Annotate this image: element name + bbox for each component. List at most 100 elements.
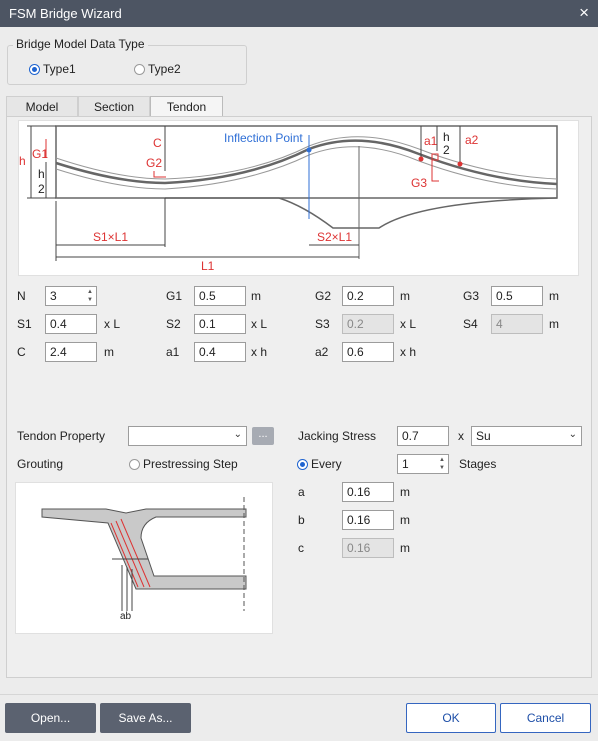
- s1-label: S1: [17, 317, 32, 331]
- n-label: N: [17, 289, 26, 303]
- n-stepper[interactable]: 3 ▲ ▼: [45, 286, 97, 306]
- s2-input[interactable]: 0.1: [194, 314, 246, 334]
- type2-label: Type2: [148, 62, 181, 76]
- tendon-property-label: Tendon Property: [17, 429, 106, 443]
- s4-input: 4: [491, 314, 543, 334]
- cancel-button[interactable]: Cancel: [500, 703, 591, 733]
- spin-down-icon[interactable]: ▼: [85, 296, 95, 304]
- g1-param-label: G1: [166, 289, 183, 303]
- radio-empty-icon: [134, 63, 145, 75]
- g3-label: G3: [411, 176, 428, 190]
- s1-input[interactable]: 0.4: [45, 314, 97, 334]
- offset-a-label: a: [298, 485, 305, 499]
- s4-unit: m: [549, 317, 559, 331]
- spin-up-icon[interactable]: ▲: [437, 456, 447, 464]
- a1-label: a1: [424, 134, 438, 148]
- offset-a-input[interactable]: 0.16: [342, 482, 394, 502]
- a2-unit: x h: [400, 345, 417, 359]
- type1-radio[interactable]: Type1: [29, 62, 76, 76]
- g2-param-label: G2: [315, 289, 332, 303]
- spin-up-icon[interactable]: ▲: [85, 288, 95, 296]
- s3-input: 0.2: [342, 314, 394, 334]
- offset-b-unit: m: [400, 513, 410, 527]
- offset-c-label: c: [298, 541, 304, 555]
- every-stepper[interactable]: 1 ▲ ▼: [397, 454, 449, 474]
- s3-label: S3: [315, 317, 330, 331]
- offset-a-unit: m: [400, 485, 410, 499]
- g3-unit: m: [549, 289, 559, 303]
- s4-label: S4: [463, 317, 478, 331]
- g1-unit: m: [251, 289, 261, 303]
- tab-model[interactable]: Model: [6, 96, 78, 116]
- prestressing-step-label: Prestressing Step: [143, 457, 238, 471]
- tab-section[interactable]: Section: [78, 96, 150, 116]
- g2-unit: m: [400, 289, 410, 303]
- tendon-property-select[interactable]: ⌄: [128, 426, 247, 446]
- a1-input[interactable]: 0.4: [194, 342, 246, 362]
- tendon-profile-diagram: h G1 h 2 C G2 Inflection Point a1 h 2 a2…: [18, 120, 579, 276]
- type2-radio[interactable]: Type2: [134, 62, 181, 76]
- offset-b-label: b: [298, 513, 305, 527]
- c-param-label: C: [17, 345, 26, 359]
- ok-button[interactable]: OK: [406, 703, 496, 733]
- jacking-stress-label: Jacking Stress: [298, 429, 377, 443]
- g2-label: G2: [146, 156, 163, 170]
- h-half-num: h: [38, 167, 45, 181]
- tab-model-label: Model: [25, 99, 59, 114]
- open-button[interactable]: Open...: [5, 703, 96, 733]
- n-spin[interactable]: ▲ ▼: [85, 288, 95, 304]
- radio-selected-icon: [29, 63, 40, 75]
- jacking-x-label: x: [458, 429, 464, 443]
- spin-down-icon[interactable]: ▼: [437, 464, 447, 472]
- tab-tendon[interactable]: Tendon: [150, 96, 223, 117]
- s2-label: S2: [166, 317, 181, 331]
- s2l1-label: S2×L1: [317, 230, 353, 244]
- a2-input[interactable]: 0.6: [342, 342, 394, 362]
- footer-divider: [0, 694, 598, 695]
- g3-input[interactable]: 0.5: [491, 286, 543, 306]
- jacking-select-value: Su: [476, 429, 491, 443]
- every-label: Every: [311, 457, 342, 471]
- s2-unit: x L: [251, 317, 268, 331]
- save-as-button[interactable]: Save As...: [100, 703, 191, 733]
- chevron-down-icon: ⌄: [233, 429, 242, 440]
- tab-tendon-label: Tendon: [166, 100, 207, 114]
- c-label: C: [153, 136, 162, 150]
- g3-param-label: G3: [463, 289, 480, 303]
- close-icon[interactable]: ×: [579, 3, 589, 23]
- every-radio[interactable]: Every: [297, 457, 342, 471]
- browse-button[interactable]: ...: [252, 427, 274, 445]
- g1-input[interactable]: 0.5: [194, 286, 246, 306]
- h-half-right-den: 2: [443, 143, 450, 157]
- title-bar: FSM Bridge Wizard ×: [0, 0, 598, 27]
- l1-label: L1: [201, 259, 215, 273]
- n-value: 3: [50, 289, 57, 303]
- chevron-down-icon: ⌄: [568, 429, 577, 440]
- s1l1-label: S1×L1: [93, 230, 129, 244]
- inflection-label: Inflection Point: [224, 131, 303, 145]
- a2-label: a2: [465, 133, 479, 147]
- c-input[interactable]: 2.4: [45, 342, 97, 362]
- a1-unit: x h: [251, 345, 268, 359]
- every-value: 1: [402, 457, 409, 471]
- h-label: h: [19, 154, 26, 168]
- offset-c-unit: m: [400, 541, 410, 555]
- jacking-select[interactable]: Su ⌄: [471, 426, 582, 446]
- jacking-stress-input[interactable]: 0.7: [397, 426, 449, 446]
- window-title: FSM Bridge Wizard: [9, 6, 122, 21]
- s1-unit: x L: [104, 317, 121, 331]
- prestressing-step-radio[interactable]: Prestressing Step: [129, 457, 238, 471]
- radio-empty-icon: [129, 458, 140, 470]
- section-diagram-svg: [41, 497, 247, 611]
- g2-input[interactable]: 0.2: [342, 286, 394, 306]
- type1-label: Type1: [43, 62, 76, 76]
- grouting-label: Grouting: [17, 457, 64, 471]
- g1-label: G1: [32, 147, 49, 161]
- ab-label: ab: [120, 611, 132, 622]
- every-spin[interactable]: ▲ ▼: [437, 456, 447, 472]
- c-unit: m: [104, 345, 114, 359]
- offset-b-input[interactable]: 0.16: [342, 510, 394, 530]
- a2-param-label: a2: [315, 345, 329, 359]
- section-diagram: ab: [15, 482, 273, 634]
- tab-section-label: Section: [93, 99, 135, 114]
